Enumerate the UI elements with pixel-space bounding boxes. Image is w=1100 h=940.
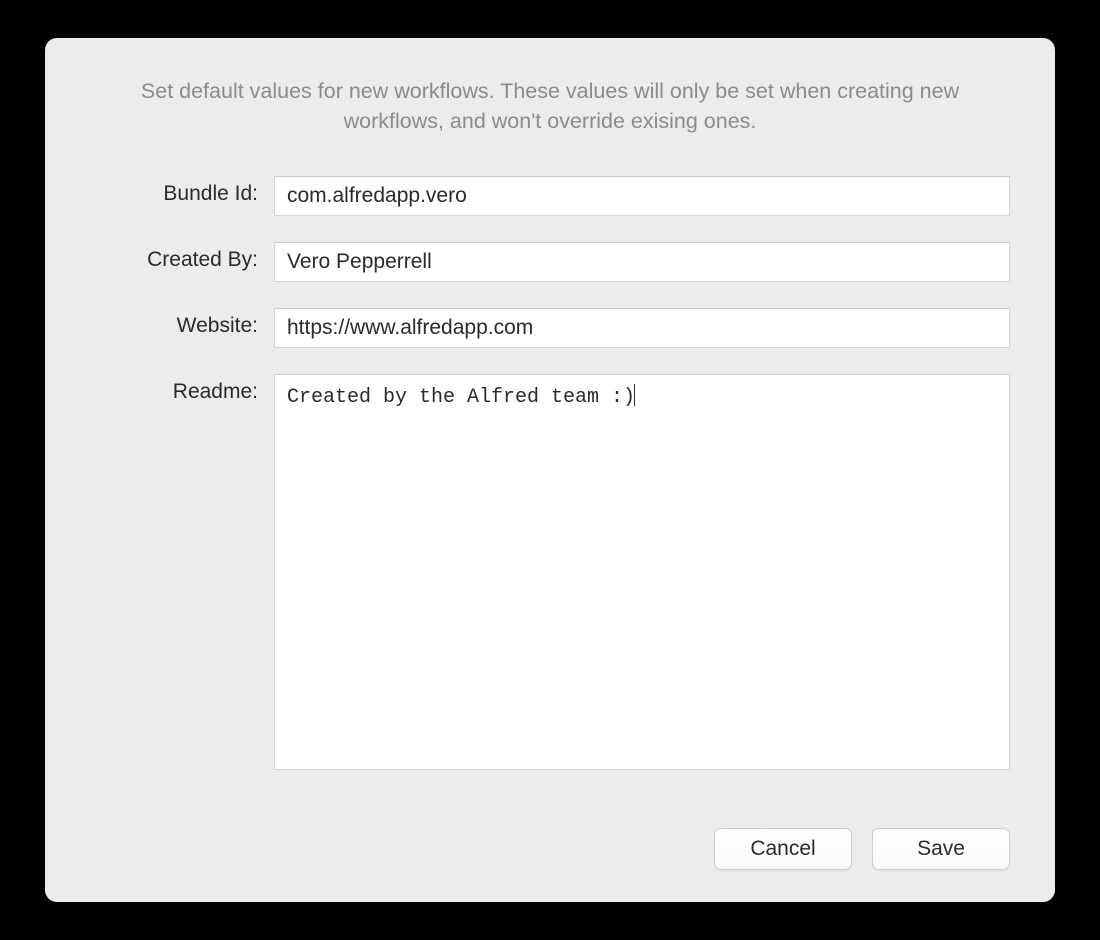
row-website: Website:	[90, 308, 1010, 348]
label-website: Website:	[90, 308, 258, 338]
row-bundle-id: Bundle Id:	[90, 176, 1010, 216]
input-readme[interactable]	[274, 374, 1010, 770]
label-bundle-id: Bundle Id:	[90, 176, 258, 206]
button-row: Cancel Save	[90, 828, 1010, 870]
row-readme: Readme: Created by the Alfred team :)	[90, 374, 1010, 775]
label-readme: Readme:	[90, 374, 258, 404]
workflow-defaults-dialog: Set default values for new workflows. Th…	[45, 38, 1055, 902]
textarea-wrapper: Created by the Alfred team :)	[274, 374, 1010, 775]
cancel-button[interactable]: Cancel	[714, 828, 852, 870]
input-bundle-id[interactable]	[274, 176, 1010, 216]
input-created-by[interactable]	[274, 242, 1010, 282]
row-created-by: Created By:	[90, 242, 1010, 282]
form-area: Bundle Id: Created By: Website: Readme: …	[90, 176, 1010, 788]
save-button[interactable]: Save	[872, 828, 1010, 870]
input-website[interactable]	[274, 308, 1010, 348]
dialog-description: Set default values for new workflows. Th…	[90, 76, 1010, 136]
label-created-by: Created By:	[90, 242, 258, 272]
